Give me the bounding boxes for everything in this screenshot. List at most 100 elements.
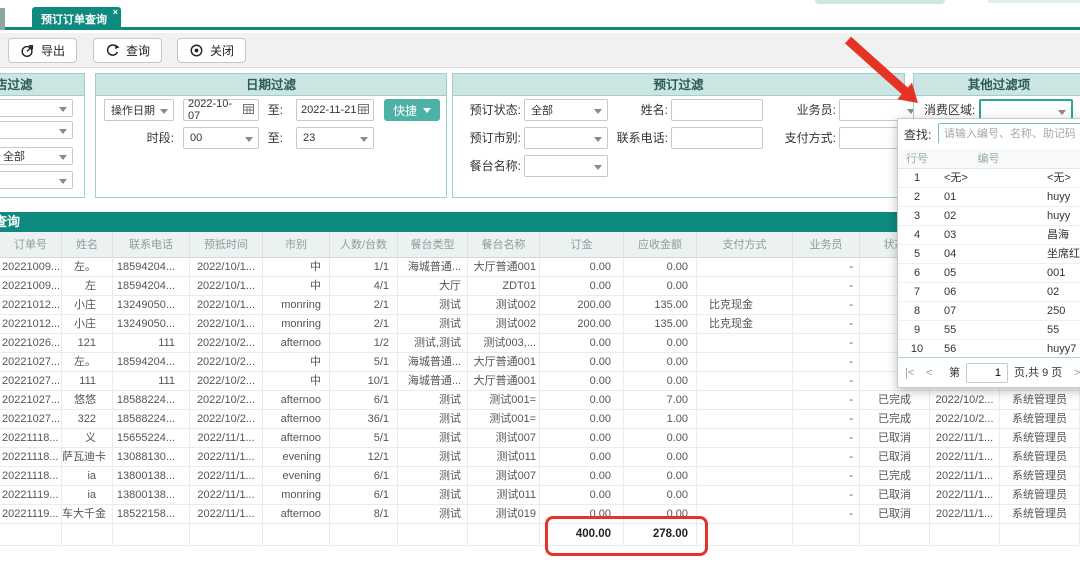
store-filter-dropdown[interactable]	[0, 171, 73, 189]
column-header: 联系电话	[113, 232, 190, 258]
table-cell: -	[793, 467, 860, 486]
next-page-icon[interactable]: >	[1074, 358, 1080, 388]
table-cell: 13088130...	[113, 448, 190, 467]
popup-search-input[interactable]	[938, 123, 1080, 144]
query-button[interactable]: 查询	[93, 38, 162, 63]
table-cell: afternoo	[263, 334, 330, 353]
table-cell: 测试011	[468, 448, 540, 467]
booking-status-dropdown[interactable]: 全部	[524, 99, 608, 121]
table-cell: 中	[263, 277, 330, 296]
table-cell: 13800138...	[113, 467, 190, 486]
table-cell: 7.00	[624, 391, 697, 410]
table-cell: 2022/10/1...	[190, 296, 263, 315]
table-cell: -	[793, 258, 860, 277]
area-option-row[interactable]: 95555	[898, 321, 1080, 340]
page-prefix-label: 第	[949, 358, 960, 388]
table-cell: 0.00	[540, 391, 624, 410]
area-option-row[interactable]: 201huyy	[898, 188, 1080, 207]
table-cell: -	[793, 486, 860, 505]
table-cell: 18588224...	[113, 410, 190, 429]
booking-filter-panel: 预订过滤 预订状态: 全部 姓名: 业务员: 预订市别: 联系电话: 支付方式:…	[452, 73, 905, 198]
popup-header-row: 行号编号	[898, 149, 1080, 169]
table-row[interactable]: 20221118...义15655224...2022/11/1...after…	[0, 429, 1080, 448]
tab-stub[interactable]	[0, 8, 5, 30]
chevron-down-icon	[59, 129, 67, 134]
table-cell: 海城普通...	[398, 353, 468, 372]
table-cell: 2022/11/1...	[190, 448, 263, 467]
area-option-row[interactable]: 403昌海	[898, 226, 1080, 245]
table-cell: 200.00	[540, 315, 624, 334]
table-cell: -	[793, 448, 860, 467]
date-to-value: 2022-11-21	[301, 104, 356, 116]
table-row[interactable]: 20221118...萨瓦迪卡13088130...2022/11/1...ev…	[0, 448, 1080, 467]
page-number-input[interactable]	[966, 363, 1008, 383]
table-cell: 系统管理员	[1000, 410, 1080, 429]
area-option-cell: huyy	[1041, 207, 1080, 226]
table-cell: 8/1	[330, 505, 398, 524]
date-from-input[interactable]: 2022-10-07	[183, 99, 259, 121]
table-row[interactable]: 20221118...ia13800138...2022/11/1...even…	[0, 467, 1080, 486]
column-header: 订单号	[0, 232, 62, 258]
table-cell: evening	[263, 467, 330, 486]
table-cell: 系统管理员	[1000, 429, 1080, 448]
table-cell: 测试003,...	[468, 334, 540, 353]
chevron-down-icon	[59, 179, 67, 184]
area-option-cell: 55	[936, 321, 1041, 340]
close-button[interactable]: 关闭	[177, 38, 246, 63]
query-label: 查询	[126, 42, 150, 59]
table-cell: 20221009...	[0, 277, 62, 296]
column-header: 预抵时间	[190, 232, 263, 258]
store-filter-dropdown[interactable]: 全部	[0, 147, 73, 165]
table-cell: 0.00	[540, 448, 624, 467]
table-row[interactable]: 20221119...车大千金18522158...2022/11/1...af…	[0, 505, 1080, 524]
table-name-dropdown[interactable]	[524, 155, 608, 177]
date-type-dropdown[interactable]: 操作日期	[104, 99, 174, 121]
area-option-row[interactable]: 70602	[898, 283, 1080, 302]
table-cell: 2022/10/2...	[930, 391, 1000, 410]
period-label: 时段:	[134, 127, 174, 149]
table-cell: 135.00	[624, 296, 697, 315]
area-option-row[interactable]: 504坐席红	[898, 245, 1080, 264]
table-cell	[697, 372, 793, 391]
table-row[interactable]: 20221119...ia13800138...2022/11/1...monr…	[0, 486, 1080, 505]
booking-filter-title: 预订过滤	[453, 74, 904, 96]
quick-date-button[interactable]: 快捷	[384, 99, 440, 121]
table-cell: 4/1	[330, 277, 398, 296]
area-option-cell: 5	[898, 245, 936, 264]
area-option-row[interactable]: 807250	[898, 302, 1080, 321]
store-filter-dropdown[interactable]	[0, 121, 73, 139]
table-cell: 大厅普通001	[468, 353, 540, 372]
period-to-dropdown[interactable]: 23	[296, 127, 374, 149]
table-cell: afternoo	[263, 429, 330, 448]
store-filter-dropdown[interactable]	[0, 99, 73, 117]
guest-name-input[interactable]	[671, 99, 763, 121]
area-option-row[interactable]: 605001	[898, 264, 1080, 283]
export-button[interactable]: 导出	[8, 38, 77, 63]
table-cell: 中	[263, 372, 330, 391]
area-option-cell: 01	[936, 188, 1041, 207]
tab-booking-order-query[interactable]: 预订订单查询 ×	[32, 7, 121, 30]
table-row[interactable]: 20221027...32218588224...2022/10/2...aft…	[0, 410, 1080, 429]
table-cell: 20221027...	[0, 372, 62, 391]
table-cell: 测试	[398, 410, 468, 429]
table-cell: 测试	[398, 296, 468, 315]
totals-row: 400.00278.00	[0, 524, 1080, 543]
area-option-row[interactable]: 302huyy	[898, 207, 1080, 226]
table-cell: ZDT01	[468, 277, 540, 296]
phone-input[interactable]	[671, 127, 763, 149]
prev-page-icon[interactable]: <	[926, 358, 932, 388]
close-circle-icon	[189, 43, 204, 58]
date-filter-panel: 日期过滤 操作日期 2022-10-07 至: 2022-11-21 快捷 时段…	[95, 73, 447, 198]
table-cell: 测试011	[468, 486, 540, 505]
tab-close-icon[interactable]: ×	[113, 7, 118, 17]
chevron-down-icon	[594, 165, 602, 170]
booking-market-dropdown[interactable]	[524, 127, 608, 149]
table-cell: 12/1	[330, 448, 398, 467]
table-cell: ia	[62, 486, 113, 505]
date-to-input[interactable]: 2022-11-21	[296, 99, 374, 121]
first-page-icon[interactable]: |<	[905, 358, 914, 388]
period-from-dropdown[interactable]: 00	[183, 127, 259, 149]
table-cell	[697, 410, 793, 429]
table-row[interactable]: 20221027...悠悠18588224...2022/10/2...afte…	[0, 391, 1080, 410]
area-option-row[interactable]: 1<无><无>	[898, 169, 1080, 188]
